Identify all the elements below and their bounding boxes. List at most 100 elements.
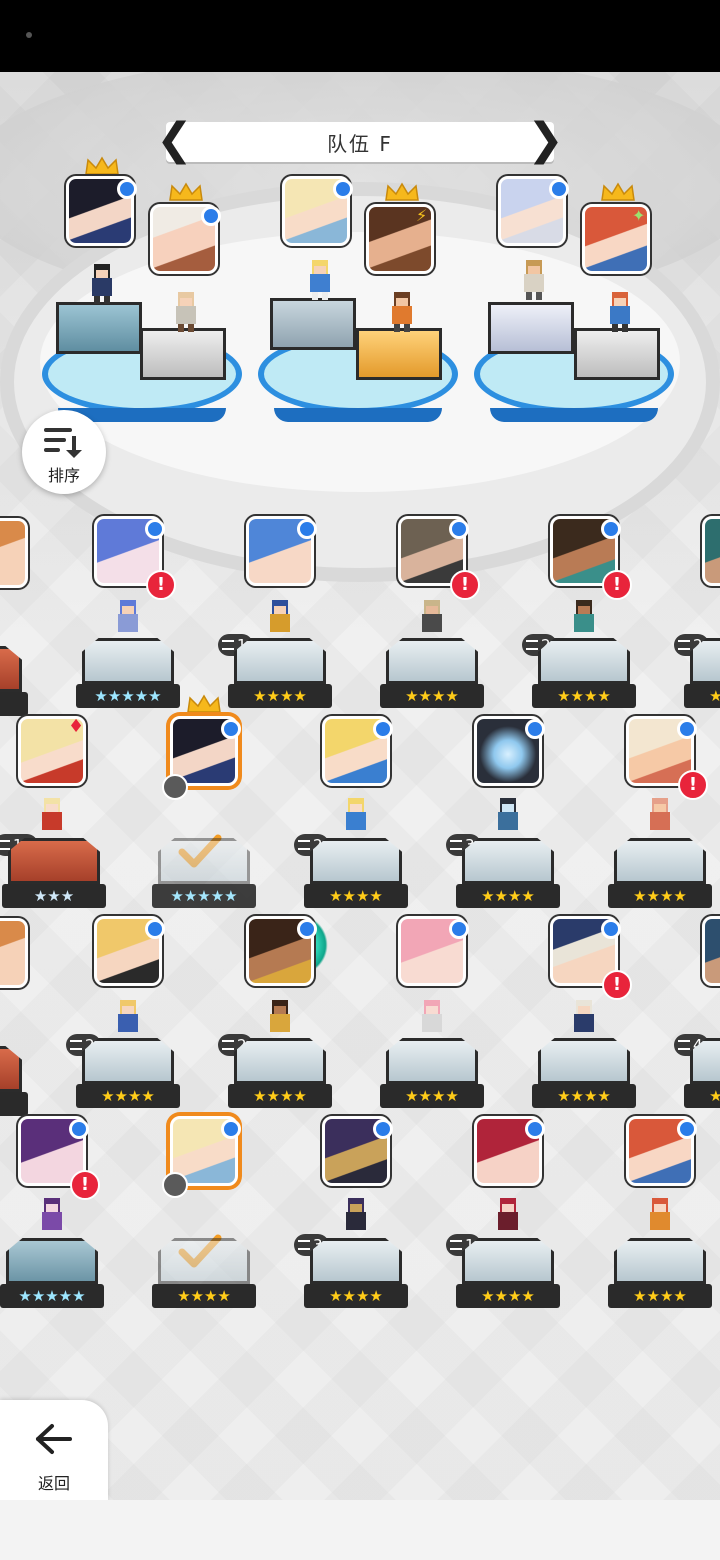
element-badge — [297, 919, 317, 939]
element-badge — [145, 919, 165, 939]
element-badge — [373, 1119, 393, 1139]
pedestal — [56, 302, 142, 354]
roster-unit[interactable]: ★★★★★ — [76, 638, 180, 716]
star-rating: ★★★★ — [684, 1084, 720, 1108]
pedestal — [270, 298, 356, 350]
roster-unit[interactable]: ★★★★ — [228, 1038, 332, 1116]
hero-sprite[interactable] — [32, 1196, 72, 1240]
roster-unit[interactable]: ★★★★ — [608, 1238, 712, 1316]
alert-badge: ! — [146, 570, 176, 600]
roster-unit[interactable]: ★★★ — [2, 838, 106, 916]
hero-sprite[interactable] — [82, 262, 122, 306]
star-rating: ★★★★★ — [152, 884, 256, 908]
roster-unit[interactable]: ★★★★ — [684, 1038, 720, 1116]
hero-sprite[interactable] — [300, 258, 340, 302]
element-badge — [449, 519, 469, 539]
element-badge — [117, 179, 137, 199]
roster-unit[interactable]: ★★★★★ — [0, 1238, 104, 1316]
hero-sprite[interactable] — [260, 998, 300, 1042]
roster-unit[interactable]: ★★★★ — [304, 1238, 408, 1316]
roster-unit[interactable]: ★★★★ — [532, 638, 636, 716]
star-rating: ★★★ — [2, 884, 106, 908]
roster-unit[interactable]: ★★★★ — [532, 1038, 636, 1116]
sort-button[interactable]: 排序 — [22, 410, 106, 494]
roster-portrait[interactable] — [702, 516, 720, 586]
element-badge — [333, 179, 353, 199]
sparkle-icon: ✦ — [632, 206, 646, 225]
element-badge — [601, 919, 621, 939]
hero-sprite[interactable] — [640, 1196, 680, 1240]
roster-portrait[interactable] — [702, 916, 720, 986]
prev-team-button[interactable]: ❮ — [156, 118, 193, 162]
roster-unit[interactable]: ★★★★ — [380, 1038, 484, 1116]
hero-sprite[interactable] — [640, 796, 680, 840]
roster-unit[interactable]: ★★★★ — [152, 1238, 256, 1316]
back-button[interactable]: 返回 — [0, 1400, 108, 1500]
element-badge — [549, 179, 569, 199]
roster-unit[interactable]: ★★★★ — [76, 1038, 180, 1116]
star-rating: ★★★★ — [76, 1084, 180, 1108]
element-badge — [601, 519, 621, 539]
leader-crown-icon — [600, 182, 636, 202]
card-suit-icon: ♦ — [68, 716, 85, 737]
hero-sprite[interactable] — [412, 998, 452, 1042]
hero-sprite[interactable] — [564, 598, 604, 642]
hero-sprite[interactable] — [260, 598, 300, 642]
leader-crown-icon — [84, 156, 120, 176]
hero-sprite[interactable] — [488, 1196, 528, 1240]
hero-sprite[interactable] — [564, 998, 604, 1042]
roster-unit[interactable]: ★★★★ — [304, 838, 408, 916]
element-badge — [525, 1119, 545, 1139]
star-rating: ★★★★ — [228, 1084, 332, 1108]
status-bar — [0, 0, 720, 72]
roster-unit[interactable]: ★★★★ — [608, 838, 712, 916]
hero-sprite[interactable] — [488, 796, 528, 840]
star-rating: ★★★★ — [152, 1284, 256, 1308]
roster-unit[interactable]: ★★★★ — [228, 638, 332, 716]
system-navigation-bar — [0, 1500, 720, 1560]
star-rating: ★★★★ — [456, 884, 560, 908]
star-rating: ★★★★ — [608, 884, 712, 908]
hero-sprite[interactable] — [600, 290, 640, 334]
star-rating: ★★★★★ — [0, 1284, 104, 1308]
leader-crown-icon — [384, 182, 420, 202]
leader-crown-icon — [186, 694, 222, 714]
deployed-icon — [162, 1172, 188, 1198]
star-rating: ★★★★ — [456, 1284, 560, 1308]
roster-portrait[interactable] — [0, 918, 28, 988]
element-badge — [449, 919, 469, 939]
roster-unit[interactable]: ★★★★ — [456, 1238, 560, 1316]
roster-unit[interactable]: ★★★★★ — [152, 838, 256, 916]
star-rating: ★★★ — [0, 1092, 28, 1116]
element-badge — [677, 1119, 697, 1139]
roster-unit[interactable]: ★★★ — [0, 1046, 28, 1124]
hero-sprite[interactable] — [382, 290, 422, 334]
next-team-button[interactable]: ❯ — [527, 118, 564, 162]
roster-unit[interactable]: ★★★★ — [380, 638, 484, 716]
hero-sprite[interactable] — [336, 796, 376, 840]
roster-unit[interactable]: ★★★ — [0, 646, 28, 724]
hero-sprite[interactable] — [108, 598, 148, 642]
element-badge — [297, 519, 317, 539]
sort-icon — [44, 428, 82, 458]
star-rating: ★★★ — [0, 692, 28, 716]
status-dot — [26, 32, 32, 38]
hero-sprite[interactable] — [336, 1196, 376, 1240]
element-badge — [525, 719, 545, 739]
hero-sprite[interactable] — [514, 258, 554, 302]
alert-badge: ! — [450, 570, 480, 600]
element-badge — [221, 1119, 241, 1139]
pedestal — [356, 328, 442, 380]
hero-sprite[interactable] — [412, 598, 452, 642]
roster-portrait[interactable] — [0, 518, 28, 588]
element-badge — [373, 719, 393, 739]
star-rating: ★★★★ — [380, 684, 484, 708]
sort-label: 排序 — [47, 466, 80, 485]
hero-sprite[interactable] — [108, 998, 148, 1042]
roster-unit[interactable]: ★★★★ — [456, 838, 560, 916]
roster-unit[interactable]: ★★★★ — [684, 638, 720, 716]
star-rating: ★★★★ — [228, 684, 332, 708]
hero-sprite[interactable] — [166, 290, 206, 334]
element-badge — [201, 206, 221, 226]
hero-sprite[interactable] — [32, 796, 72, 840]
